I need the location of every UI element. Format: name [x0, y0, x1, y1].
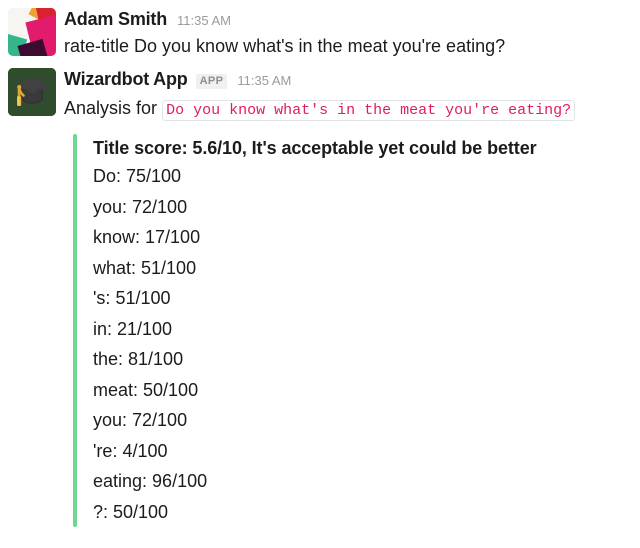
message-header: Adam Smith 11:35 AM [64, 8, 634, 28]
analysis-attachment: Title score: 5.6/10, It's acceptable yet… [73, 134, 640, 527]
score-row: Do: 75/100 [93, 166, 182, 186]
analysis-prefix-label: Analysis for [64, 98, 158, 118]
score-row: you: 72/100 [93, 410, 188, 430]
sender-name[interactable]: Adam Smith [64, 10, 167, 28]
message-header: Wizardbot App APP 11:35 AM [64, 68, 634, 90]
score-row: the: 81/100 [93, 349, 184, 369]
message-adam-smith: Adam Smith 11:35 AM rate-title Do you kn… [0, 0, 640, 60]
message-timestamp[interactable]: 11:35 AM [177, 14, 231, 27]
adam-smith-avatar[interactable] [8, 8, 56, 56]
attachment-title: Title score: 5.6/10, It's acceptable yet… [93, 138, 537, 158]
graduation-cap-icon [8, 68, 56, 116]
app-badge: APP [195, 74, 228, 89]
slack-message-pane: Adam Smith 11:35 AM rate-title Do you kn… [0, 0, 640, 548]
score-row: know: 17/100 [93, 227, 201, 247]
message-text: rate-title Do you know what's in the mea… [64, 36, 506, 56]
message-wizardbot-app: Wizardbot App APP 11:35 AM Analysis for … [0, 60, 640, 124]
sender-name[interactable]: Wizardbot App [64, 70, 188, 88]
wizardbot-app-avatar[interactable] [8, 68, 56, 116]
avatar-column [0, 68, 64, 116]
score-row: 're: 4/100 [93, 440, 168, 461]
message-text: Analysis for Do you know what's in the m… [64, 90, 634, 124]
avatar-column [0, 8, 64, 56]
analyzed-title-code: Do you know what's in the meat you're ea… [162, 100, 576, 121]
score-row: 's: 51/100 [93, 288, 171, 308]
score-row: you: 72/100 [93, 196, 188, 217]
score-row: eating: 96/100 [93, 471, 208, 491]
score-row: what: 51/100 [93, 257, 197, 278]
attachment-content: Title score: 5.6/10, It's acceptable yet… [77, 134, 537, 527]
score-row: ?: 50/100 [93, 501, 169, 522]
message-body: Wizardbot App APP 11:35 AM Analysis for … [64, 68, 640, 124]
score-row: in: 21/100 [93, 318, 173, 339]
score-row: meat: 50/100 [93, 379, 199, 400]
message-timestamp[interactable]: 11:35 AM [237, 74, 291, 87]
message-body: Adam Smith 11:35 AM rate-title Do you kn… [64, 8, 640, 60]
